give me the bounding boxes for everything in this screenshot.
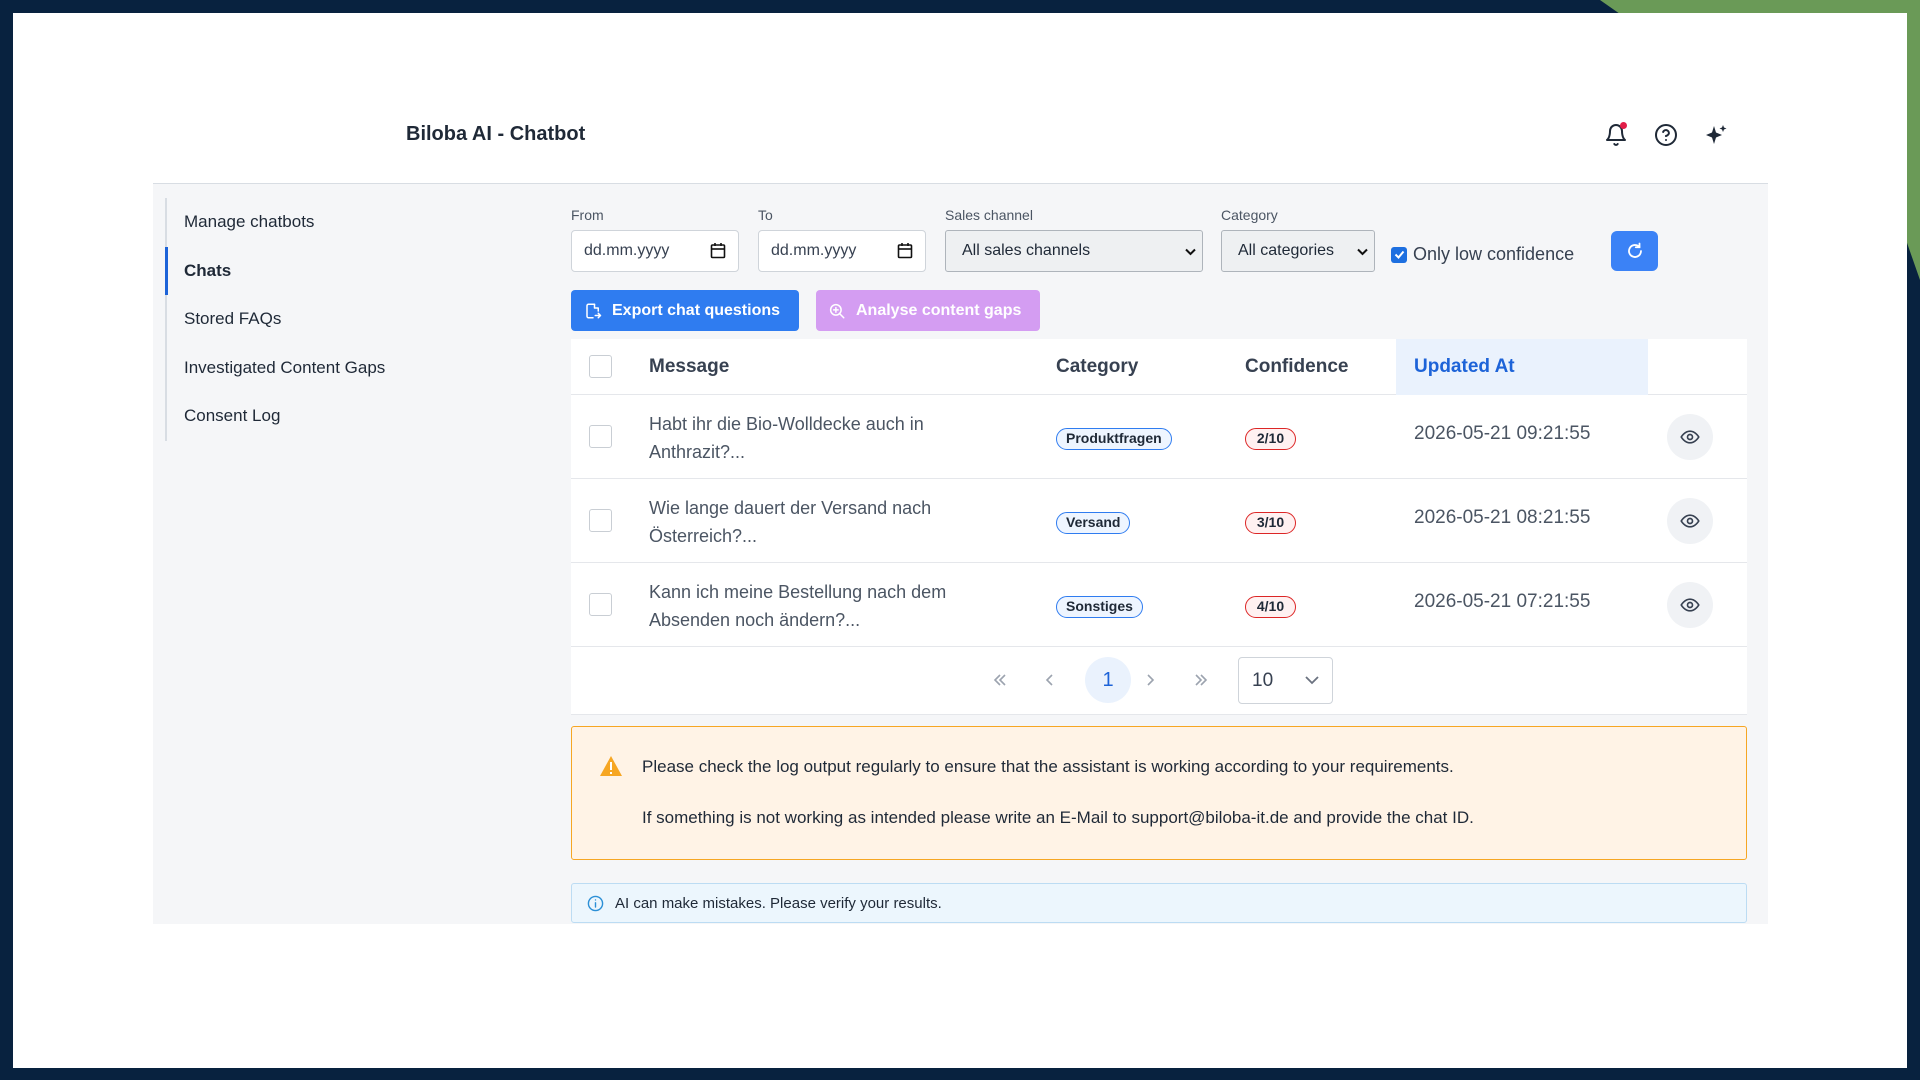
sidebar-item-investigated-content-gaps[interactable]: Investigated Content Gaps <box>167 344 485 393</box>
sidebar-item-consent-log[interactable]: Consent Log <box>167 392 485 441</box>
category-badge: Versand <box>1056 512 1131 534</box>
bell-icon[interactable] <box>1604 122 1628 147</box>
next-page-button[interactable] <box>1127 657 1173 703</box>
calendar-icon[interactable] <box>710 242 726 259</box>
sales-channel-label: Sales channel <box>945 207 1033 223</box>
view-chat-button[interactable] <box>1667 582 1713 628</box>
low-confidence-label: Only low confidence <box>1413 244 1575 264</box>
updated-at-cell: 2026-05-21 07:21:55 <box>1414 591 1591 612</box>
info-notice: AI can make mistakes. Please verify your… <box>571 883 1747 923</box>
sidebar-nav: Manage chatbots Chats Stored FAQs Invest… <box>165 198 485 441</box>
sales-channel-select[interactable]: All sales channels <box>945 230 1203 272</box>
select-all-checkbox[interactable] <box>589 355 612 378</box>
low-confidence-toggle[interactable]: Only low confidence <box>1391 244 1574 265</box>
frame-accent <box>1906 0 1920 280</box>
calendar-icon[interactable] <box>897 242 913 259</box>
eye-icon <box>1680 598 1700 612</box>
confidence-badge: 3/10 <box>1245 512 1296 534</box>
column-header-updated-at[interactable]: Updated At <box>1396 339 1648 395</box>
updated-at-cell: 2026-05-21 09:21:55 <box>1414 423 1591 444</box>
warning-contact-text: If something is not working as intended … <box>642 808 1474 827</box>
analyse-content-gaps-button[interactable]: Analyse content gaps <box>816 290 1040 331</box>
previous-page-button[interactable] <box>1027 657 1073 703</box>
to-label: To <box>758 207 773 223</box>
category-value: All categories <box>1238 242 1335 259</box>
chevrons-right-icon <box>1195 674 1208 686</box>
info-icon <box>587 895 604 912</box>
sidebar-item-chats[interactable]: Chats <box>165 246 485 296</box>
table-row: Habt ihr die Bio-Wolldecke auch in Anthr… <box>571 395 1747 479</box>
confidence-badge: 2/10 <box>1245 428 1296 450</box>
info-text: AI can make mistakes. Please verify your… <box>615 895 942 912</box>
category-select[interactable]: All categories <box>1221 230 1375 272</box>
message-cell: Habt ihr die Bio-Wolldecke auch in Anthr… <box>649 414 924 462</box>
message-cell: Kann ich meine Bestellung nach dem Absen… <box>649 582 947 630</box>
page-size-value: 10 <box>1252 670 1274 691</box>
warning-notice: Please check the log output regularly to… <box>571 726 1747 860</box>
page-size-select[interactable]: 10 <box>1238 657 1333 704</box>
table-row: Kann ich meine Bestellung nach dem Absen… <box>571 563 1747 647</box>
export-chat-questions-button[interactable]: Export chat questions <box>571 290 799 331</box>
column-header-confidence[interactable]: Confidence <box>1245 339 1348 395</box>
updated-at-cell: 2026-05-21 08:21:55 <box>1414 507 1591 528</box>
warning-text: Please check the log output regularly to… <box>642 757 1454 776</box>
page-button-current[interactable]: 1 <box>1085 657 1131 703</box>
sales-channel-value: All sales channels <box>962 242 1091 259</box>
first-page-button[interactable] <box>977 657 1023 703</box>
chevron-down-icon <box>1357 248 1368 256</box>
chevron-right-icon <box>1147 674 1155 686</box>
export-file-icon <box>586 303 602 318</box>
last-page-button[interactable] <box>1178 657 1224 703</box>
chevron-down-icon <box>1305 676 1319 685</box>
from-label: From <box>571 207 604 223</box>
sidebar-item-manage-chatbots[interactable]: Manage chatbots <box>167 198 485 247</box>
pagination: 1 10 <box>571 647 1747 715</box>
view-chat-button[interactable] <box>1667 414 1713 460</box>
page-title: Biloba AI - Chatbot <box>406 123 586 145</box>
eye-icon <box>1680 514 1700 528</box>
confidence-badge: 4/10 <box>1245 596 1296 618</box>
category-badge: Produktfragen <box>1056 428 1172 450</box>
to-date-placeholder: dd.mm.yyyy <box>771 242 857 259</box>
message-cell: Wie lange dauert der Versand nach Österr… <box>649 498 932 546</box>
help-circle-icon[interactable] <box>1654 123 1678 147</box>
category-label: Category <box>1221 207 1278 223</box>
chevrons-left-icon <box>993 674 1006 686</box>
from-date-field[interactable]: dd.mm.yyyy <box>571 230 739 272</box>
table-header: Message Category Confidence Updated At <box>571 339 1747 395</box>
main-content: From dd.mm.yyyy To dd.mm.yyyy Sales chan <box>571 184 1747 924</box>
frame-accent <box>1600 0 1920 14</box>
sparkles-icon[interactable] <box>1704 123 1728 147</box>
app-header: Biloba AI - Chatbot <box>153 89 1768 184</box>
row-checkbox[interactable] <box>589 425 612 448</box>
column-header-category[interactable]: Category <box>1056 339 1138 395</box>
app-window: Biloba AI - Chatbot Manage chatbots Chat… <box>13 13 1907 1068</box>
low-confidence-checkbox[interactable] <box>1391 246 1407 263</box>
refresh-icon <box>1627 242 1642 258</box>
warning-triangle-icon <box>600 756 622 776</box>
row-checkbox[interactable] <box>589 593 612 616</box>
to-date-field[interactable]: dd.mm.yyyy <box>758 230 926 272</box>
table-row: Wie lange dauert der Versand nach Österr… <box>571 479 1747 563</box>
analyse-button-label: Analyse content gaps <box>856 301 1022 319</box>
column-header-message[interactable]: Message <box>649 339 729 395</box>
from-date-placeholder: dd.mm.yyyy <box>584 242 670 259</box>
row-checkbox[interactable] <box>589 509 612 532</box>
notification-dot <box>1620 122 1627 129</box>
app-body: Manage chatbots Chats Stored FAQs Invest… <box>153 184 1768 924</box>
category-badge: Sonstiges <box>1056 596 1143 618</box>
zoom-in-icon <box>829 303 845 318</box>
eye-icon <box>1680 430 1700 444</box>
chats-table: Message Category Confidence Updated At H… <box>571 339 1747 715</box>
export-button-label: Export chat questions <box>612 301 781 319</box>
view-chat-button[interactable] <box>1667 498 1713 544</box>
sidebar-item-stored-faqs[interactable]: Stored FAQs <box>167 295 485 344</box>
header-actions <box>1604 122 1728 147</box>
chevron-left-icon <box>1045 674 1053 686</box>
refresh-button[interactable] <box>1611 231 1658 271</box>
chevron-down-icon <box>1185 248 1196 256</box>
